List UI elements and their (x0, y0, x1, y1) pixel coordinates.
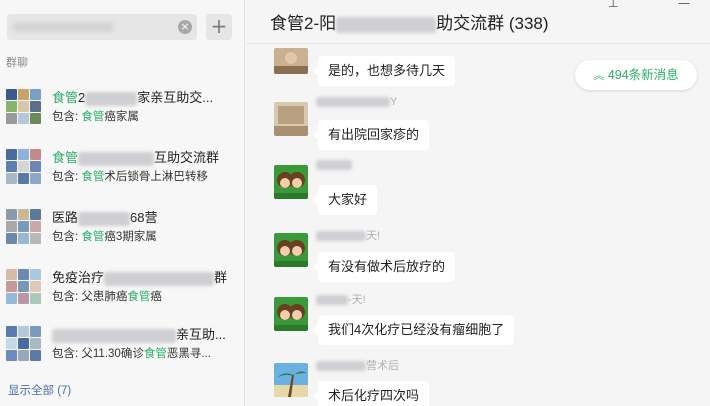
search-query-redacted (13, 22, 113, 32)
add-icon[interactable]: + (206, 14, 232, 40)
new-messages-label: 494条新消息 (607, 68, 679, 82)
double-chevron-up-icon: ︽ (593, 69, 605, 82)
group-match-info: 包含: 食管术后锁骨上淋巴转移 (52, 171, 208, 183)
group-match-info: 包含: 食管癌3期家属 (52, 231, 157, 243)
redacted-text (85, 91, 138, 106)
sender-avatar[interactable] (274, 165, 308, 199)
chat-title: 食管2-阳 助交流群 (338) (270, 14, 549, 33)
redacted-text (316, 97, 390, 108)
group-result-item[interactable]: 食管2 家亲互助交... 包含: 食管癌家属 (0, 83, 245, 143)
chat-panel: 食管2-阳 助交流群 (338) ⊥ — 是的，也想多待几天 Y 有出院回家疹的 … (246, 0, 710, 406)
sender-name: 营术后 (316, 357, 399, 373)
redacted-text (104, 271, 215, 286)
clear-icon[interactable]: × (178, 20, 192, 34)
group-match-info: 包含: 食管癌家属 (52, 111, 139, 123)
sender-avatar[interactable] (274, 48, 308, 74)
group-title: 食管 互助交流群 (52, 150, 220, 166)
redacted-text (78, 151, 155, 166)
sender-avatar[interactable] (274, 102, 308, 136)
redacted-text (316, 295, 348, 306)
sender-name: Y (316, 96, 397, 108)
search-bar: × + (0, 0, 245, 50)
group-title: 医路 68营 (52, 210, 158, 226)
group-result-item[interactable]: 免疫治疗群 包含: 父患肺癌食管癌 (0, 263, 245, 323)
chat-header: 食管2-阳 助交流群 (338) ⊥ — (246, 0, 710, 44)
redacted-text (316, 361, 366, 372)
sender-name: -天! (316, 291, 366, 307)
group-match-info: 包含: 父患肺癌食管癌 (52, 291, 162, 303)
conversation-sidebar: × + 群聊 食管2 家亲互助交... 包含: 食管癌家属 食管 互助交流群 包含:… (0, 0, 245, 406)
message-bubble[interactable]: 大家好 (312, 185, 378, 215)
pin-icon[interactable]: ⊥ (608, 0, 618, 10)
search-input[interactable]: × (7, 14, 197, 40)
group-result-item[interactable]: 医路 68营 包含: 食管癌3期家属 (0, 203, 245, 263)
sender-avatar[interactable] (274, 363, 308, 397)
message-bubble[interactable]: 有没有做术后放疗的 (312, 252, 456, 282)
redacted-text (316, 231, 366, 242)
show-all-link[interactable]: 显示全部 (7) (8, 382, 71, 398)
message-bubble[interactable]: 术后化疗四次吗 (312, 381, 430, 406)
message-bubble[interactable]: 我们4次化疗已经没有瘤细胞了 (312, 315, 515, 345)
redacted-text (336, 16, 437, 33)
group-match-info: 包含: 父11.30确诊食管恶黑寻... (52, 348, 211, 360)
message-bubble[interactable]: 有出院回家疹的 (312, 120, 430, 150)
message-bubble[interactable]: 是的，也想多待几天 (312, 56, 456, 86)
group-title: 食管2 家亲互助交... (52, 90, 214, 106)
sender-name (316, 159, 352, 171)
group-result-item[interactable]: 食管 互助交流群 包含: 食管术后锁骨上淋巴转移 (0, 143, 245, 203)
redacted-text (52, 328, 176, 343)
minimize-icon[interactable]: — (678, 0, 690, 10)
group-avatar (6, 269, 42, 305)
group-avatar (6, 326, 42, 362)
new-messages-button[interactable]: ︽ 494条新消息 (575, 60, 697, 90)
group-avatar (6, 209, 42, 245)
group-avatar (6, 149, 42, 185)
sender-name: 天! (316, 227, 380, 243)
redacted-text (316, 160, 352, 171)
sender-avatar[interactable] (274, 233, 308, 267)
group-result-item[interactable]: 亲互助... 包含: 父11.30确诊食管恶黑寻... (0, 320, 245, 380)
group-avatar (6, 89, 42, 125)
group-title: 亲互助... (52, 324, 226, 343)
redacted-text (78, 211, 131, 226)
section-label-group-chats: 群聊 (6, 57, 28, 69)
sender-avatar[interactable] (274, 297, 308, 331)
group-title: 免疫治疗群 (52, 270, 228, 286)
